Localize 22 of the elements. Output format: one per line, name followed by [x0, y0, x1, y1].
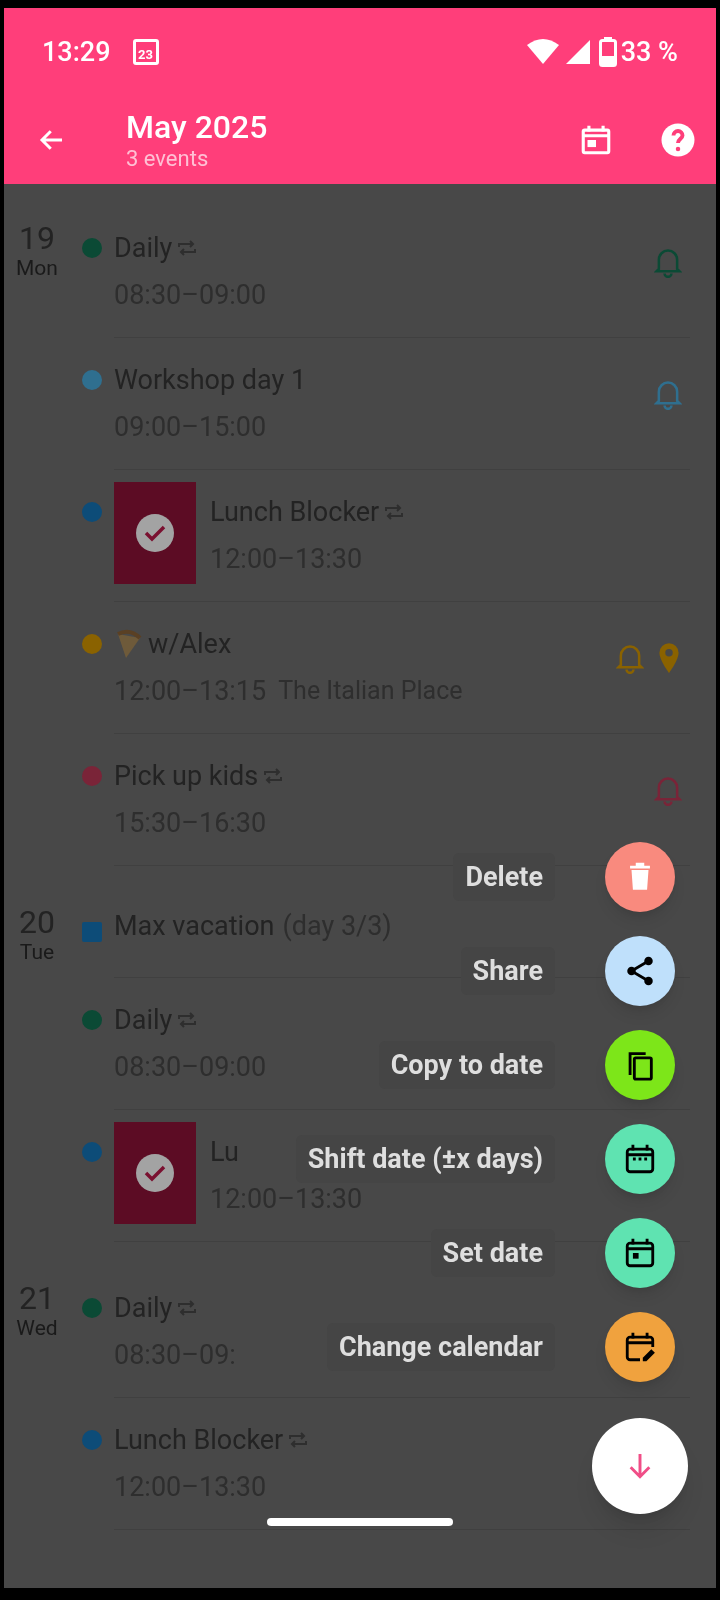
toolbar-subtitle: 3 events — [126, 146, 210, 172]
task-checkbox[interactable] — [114, 482, 196, 584]
action-label[interactable]: Shift date (±x days) — [295, 1134, 555, 1184]
battery-percentage: 33 % — [620, 34, 678, 70]
calendar-notification-icon: 23 — [132, 39, 159, 65]
calendar-icon — [623, 1142, 657, 1176]
task-checkbox[interactable] — [114, 1122, 196, 1224]
calendar-edit-icon — [623, 1330, 657, 1364]
status-time: 13:29 — [42, 34, 111, 70]
calendar-icon — [623, 1236, 657, 1270]
action-label[interactable]: Change calendar — [327, 1322, 555, 1372]
action-label[interactable]: Share — [460, 946, 555, 996]
check-icon — [135, 513, 175, 553]
action-label[interactable]: Copy to date — [378, 1040, 555, 1090]
check-icon — [135, 1153, 175, 1193]
help-icon — [660, 122, 696, 158]
toolbar-title: May 2025 — [126, 108, 268, 146]
wifi-icon — [526, 39, 559, 65]
battery-icon — [598, 37, 617, 67]
action-label[interactable]: Set date — [430, 1228, 555, 1278]
action-label[interactable]: Delete — [453, 852, 555, 902]
calendar-icon — [579, 123, 613, 157]
